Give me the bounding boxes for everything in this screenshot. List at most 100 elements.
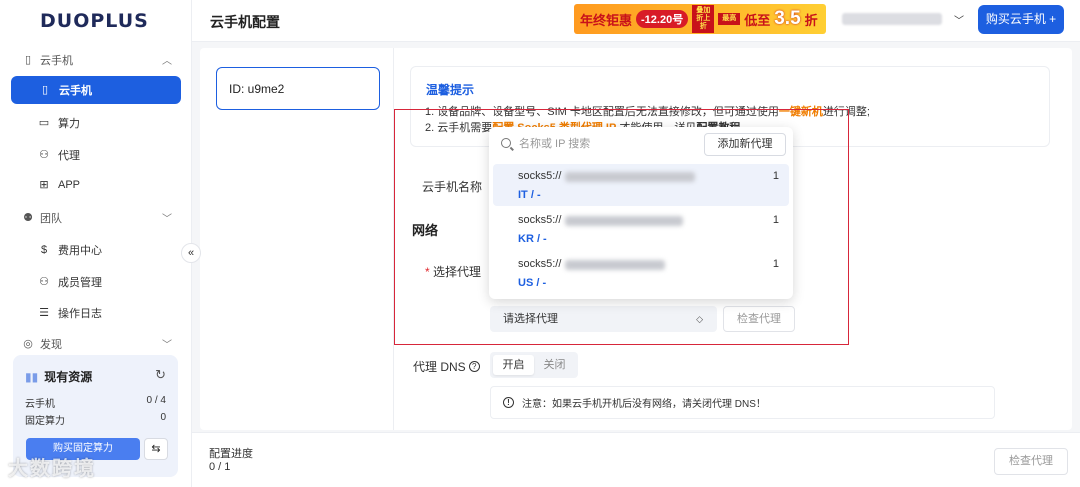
sidebar-item-billing[interactable]: $ 费用中心 bbox=[38, 242, 102, 258]
proxy-region: KR / - bbox=[518, 233, 547, 245]
sidebar-item-logs[interactable]: ☰ 操作日志 bbox=[38, 305, 102, 321]
sidebar: DUOPLUS ▯ 云手机 ︿ ▯ 云手机 ▭ 算力 ⚇ 代理 ⊞ APP ⚉ … bbox=[0, 0, 192, 487]
proxy-select-placeholder: 请选择代理 bbox=[503, 313, 558, 325]
grid-icon: ⊞ bbox=[39, 179, 49, 191]
proxy-region: US / - bbox=[518, 277, 547, 289]
phone-name-label: 云手机名称 bbox=[422, 180, 483, 194]
proxy-dropdown: 名称或 IP 搜索 添加新代理 socks5:// 1 IT / - socks… bbox=[489, 127, 793, 299]
sidebar-item-app[interactable]: ⊞ APP bbox=[38, 179, 80, 191]
info-icon: ! bbox=[503, 397, 514, 408]
members-icon: ⚇ bbox=[39, 276, 49, 288]
watermark-text: 大数跨境 bbox=[8, 458, 96, 480]
proxy-protocol: socks5:// bbox=[518, 214, 562, 226]
dns-notice: ! 注意：如果云手机开机后没有网络，请关闭代理 DNS！ bbox=[490, 386, 995, 419]
log-icon: ☰ bbox=[39, 307, 49, 319]
resource-row: 云手机 0 / 4 bbox=[25, 395, 166, 410]
proxy-count: 1 bbox=[772, 170, 779, 182]
promo-text: 折 bbox=[804, 12, 818, 28]
resource-row: 固定算力 0 bbox=[25, 412, 166, 427]
phone-group-icon: ▯ bbox=[24, 54, 32, 66]
resource-value: 0 bbox=[160, 412, 166, 423]
proxy-dns-label: 代理 DNS ? bbox=[413, 358, 480, 375]
nav-group-discover[interactable]: ◎ 发现 ﹀ bbox=[22, 336, 172, 352]
required-mark: * bbox=[425, 265, 430, 279]
brand-logo[interactable]: DUOPLUS bbox=[40, 10, 149, 32]
help-icon[interactable]: ? bbox=[468, 361, 480, 372]
search-icon bbox=[501, 138, 511, 148]
proxy-count: 1 bbox=[772, 214, 779, 226]
tip-text: 1. 设备品牌、设备型号、SIM 卡地区配置后无法直接修改，但可通过使用 bbox=[425, 106, 779, 118]
dns-off-option[interactable]: 关闭 bbox=[534, 355, 575, 375]
sidebar-item-label: 费用中心 bbox=[58, 245, 102, 257]
sidebar-item-compute[interactable]: ▭ 算力 bbox=[38, 115, 80, 131]
refresh-icon[interactable]: ↻ bbox=[155, 367, 166, 383]
progress-value: 0 / 1 bbox=[209, 461, 231, 473]
progress-label: 配置进度 bbox=[209, 448, 253, 460]
compass-icon: ◎ bbox=[23, 338, 33, 350]
tip-line-1: 1. 设备品牌、设备型号、SIM 卡地区配置后无法直接修改，但可通过使用一键新机… bbox=[425, 103, 870, 119]
proxy-option[interactable]: socks5:// 1 IT / - bbox=[493, 164, 789, 206]
buy-cloud-phone-button[interactable]: 购买云手机 + bbox=[978, 5, 1064, 34]
promo-date-tag: -12.20号 bbox=[636, 10, 689, 28]
check-proxy-bottom-button[interactable]: 检查代理 bbox=[994, 448, 1068, 475]
bar-chart-icon: ▮▮ bbox=[25, 369, 39, 384]
sidebar-item-proxy[interactable]: ⚇ 代理 bbox=[38, 147, 80, 163]
sidebar-item-label: 操作日志 bbox=[58, 308, 102, 320]
sidebar-item-label: 代理 bbox=[58, 150, 80, 162]
sidebar-item-label: 算力 bbox=[58, 118, 80, 130]
add-proxy-button[interactable]: 添加新代理 bbox=[704, 133, 786, 156]
proxy-address-redacted bbox=[565, 260, 665, 270]
resource-label: 固定算力 bbox=[25, 416, 65, 427]
chevron-down-icon[interactable]: ﹀ bbox=[954, 12, 964, 27]
search-placeholder: 名称或 IP 搜索 bbox=[519, 138, 591, 150]
phone-id-card[interactable]: ID: u9me2 bbox=[216, 67, 380, 110]
proxy-select[interactable]: 请选择代理 ◇ bbox=[490, 306, 717, 332]
dns-on-option[interactable]: 开启 bbox=[493, 355, 534, 375]
chevron-up-icon: ︿ bbox=[162, 56, 172, 67]
phone-icon: ▯ bbox=[41, 84, 49, 96]
sidebar-item-label: 成员管理 bbox=[58, 277, 102, 289]
network-icon: ⚇ bbox=[39, 149, 49, 161]
promo-banner[interactable]: 年终钜惠 -12.20号 叠加折上折 最高 低至 3.5 折 bbox=[574, 4, 826, 34]
sidebar-item-label: APP bbox=[58, 179, 81, 191]
dns-notice-text: 注意：如果云手机开机后没有网络，请关闭代理 DNS！ bbox=[522, 399, 766, 410]
promo-badge: 最高 bbox=[718, 13, 741, 25]
up-down-icon: ◇ bbox=[696, 314, 703, 324]
user-account-name[interactable] bbox=[842, 13, 942, 25]
swap-icon[interactable]: ⇆ bbox=[144, 438, 168, 460]
promo-badge: 叠加折上折 bbox=[692, 5, 715, 33]
nav-group-team[interactable]: ⚉ 团队 ﹀ bbox=[22, 210, 172, 226]
sidebar-item-members[interactable]: ⚇ 成员管理 bbox=[38, 274, 102, 290]
sidebar-item-cloud-phone[interactable]: ▯ 云手机 bbox=[11, 76, 181, 104]
nav-group-label: 团队 bbox=[40, 213, 62, 225]
proxy-region: IT / - bbox=[518, 189, 541, 201]
resources-title-text: 现有资源 bbox=[44, 370, 93, 384]
proxy-protocol: socks5:// bbox=[518, 170, 562, 182]
chevron-down-icon: ﹀ bbox=[162, 340, 172, 351]
resource-label: 云手机 bbox=[25, 399, 55, 410]
tip-title: 温馨提示 bbox=[426, 83, 475, 97]
dollar-icon: $ bbox=[40, 244, 48, 256]
resource-value: 0 / 4 bbox=[146, 395, 166, 406]
one-click-new-link[interactable]: 一键新机 bbox=[779, 106, 823, 118]
tip-text: 进行调整; bbox=[822, 106, 870, 118]
proxy-address-redacted bbox=[565, 216, 683, 226]
team-icon: ⚉ bbox=[23, 212, 33, 224]
nav-group-cloud-phone[interactable]: ▯ 云手机 ︿ bbox=[22, 52, 172, 68]
resources-title: ▮▮ 现有资源 bbox=[25, 368, 92, 385]
promo-text: 年终钜惠 bbox=[580, 12, 633, 28]
check-proxy-button[interactable]: 检查代理 bbox=[723, 306, 795, 332]
bottom-bar: 配置进度 0 / 1 检查代理 bbox=[192, 432, 1080, 487]
proxy-label-text: 选择代理 bbox=[433, 265, 482, 279]
panel-divider bbox=[393, 48, 394, 430]
proxy-dns-label-text: 代理 DNS bbox=[413, 360, 466, 374]
proxy-option[interactable]: socks5:// 1 US / - bbox=[493, 252, 789, 294]
promo-text: 低至 bbox=[744, 12, 771, 28]
proxy-dns-toggle[interactable]: 开启 关闭 bbox=[490, 352, 578, 378]
tip-text: 2. 云手机需要 bbox=[425, 122, 493, 134]
nav-group-label: 云手机 bbox=[40, 55, 73, 67]
collapse-sidebar-button[interactable]: « bbox=[181, 243, 201, 263]
proxy-search-input[interactable]: 名称或 IP 搜索 bbox=[501, 135, 590, 151]
sidebar-item-label: 云手机 bbox=[59, 85, 92, 97]
proxy-option[interactable]: socks5:// 1 KR / - bbox=[493, 208, 789, 250]
